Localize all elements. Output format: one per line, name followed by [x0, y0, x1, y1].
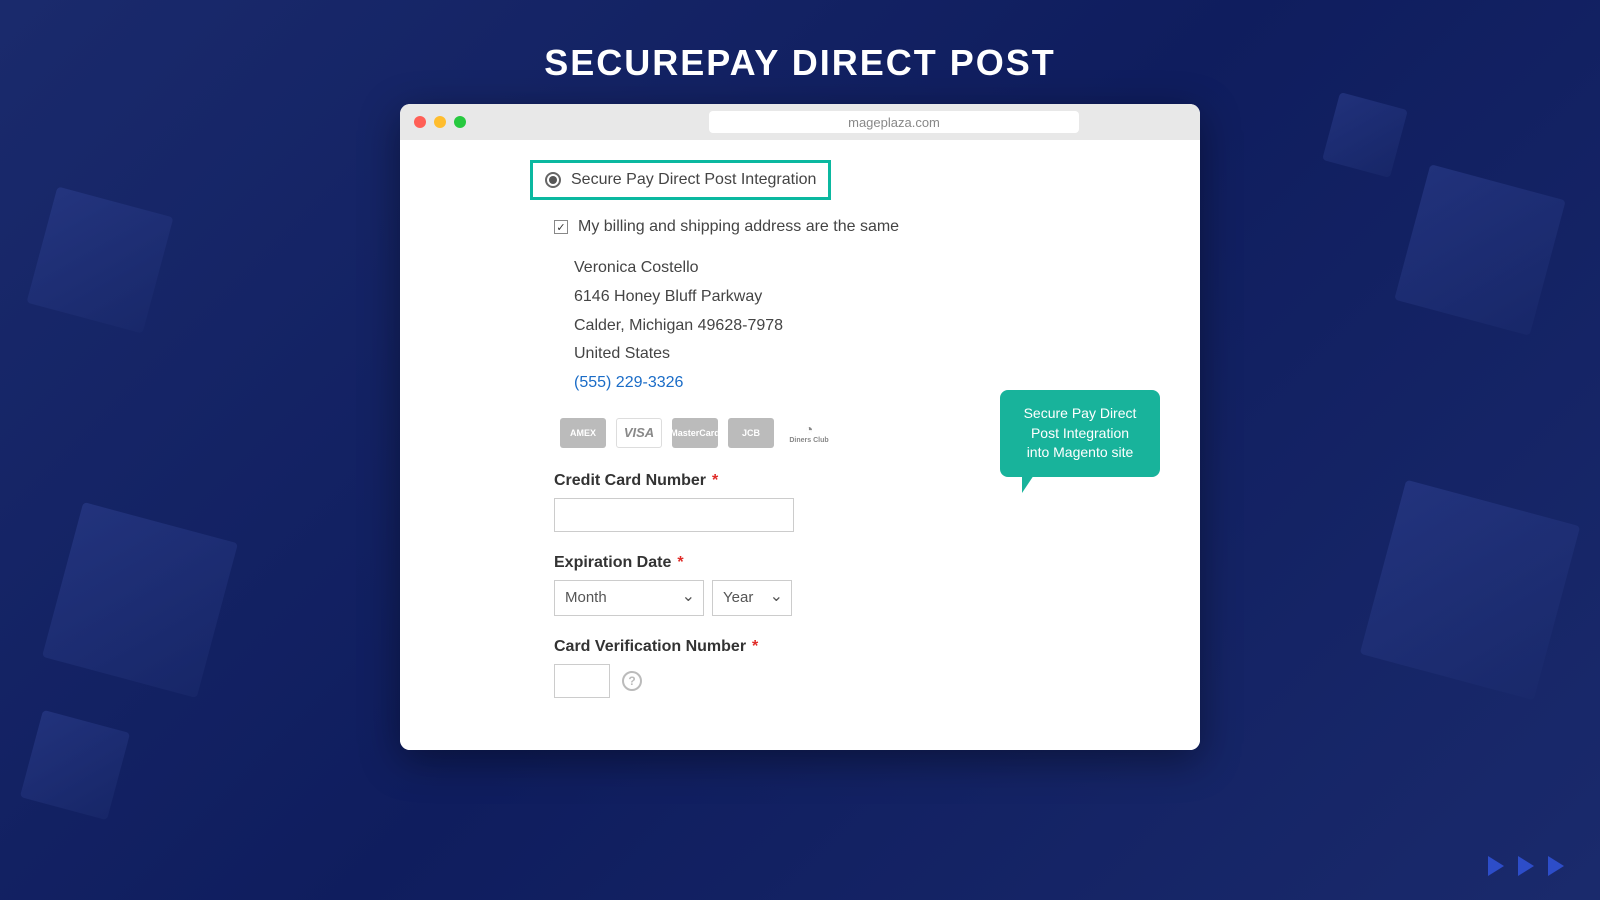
- diners-card-icon: ◔ Diners Club: [784, 418, 834, 448]
- bg-cube: [42, 502, 238, 698]
- window-minimize-dot[interactable]: [434, 116, 446, 128]
- payment-method-option[interactable]: Secure Pay Direct Post Integration: [530, 160, 831, 200]
- triangle-icon: [1488, 856, 1504, 876]
- cc-number-group: Credit Card Number *: [554, 472, 1160, 532]
- payment-method-label: Secure Pay Direct Post Integration: [571, 171, 816, 189]
- billing-address: Veronica Costello 6146 Honey Bluff Parkw…: [574, 254, 1160, 398]
- window-close-dot[interactable]: [414, 116, 426, 128]
- required-asterisk: *: [712, 472, 718, 489]
- bg-cube: [1394, 164, 1565, 335]
- callout-tooltip: Secure Pay Direct Post Integration into …: [1000, 390, 1160, 477]
- cvv-group: Card Verification Number * ?: [554, 638, 1160, 698]
- checkbox-checked-icon: ✓: [554, 220, 568, 234]
- browser-window: mageplaza.com Secure Pay Direct Post Int…: [400, 104, 1200, 750]
- month-placeholder: Month: [565, 589, 607, 606]
- cc-label-text: Credit Card Number: [554, 472, 706, 489]
- triangle-icon: [1518, 856, 1534, 876]
- required-asterisk: *: [677, 554, 683, 571]
- address-street: 6146 Honey Bluff Parkway: [574, 283, 1160, 312]
- callout-text: Secure Pay Direct Post Integration into …: [1024, 405, 1137, 460]
- year-placeholder: Year: [723, 589, 753, 606]
- cvv-label-text: Card Verification Number: [554, 638, 746, 655]
- window-maximize-dot[interactable]: [454, 116, 466, 128]
- expiration-group: Expiration Date * Month Year: [554, 554, 1160, 616]
- cc-number-input[interactable]: [554, 498, 794, 532]
- exp-label-text: Expiration Date: [554, 554, 671, 571]
- required-asterisk: *: [752, 638, 758, 655]
- checkout-content: Secure Pay Direct Post Integration ✓ My …: [400, 140, 1200, 750]
- expiration-month-select[interactable]: Month: [554, 580, 704, 616]
- expiration-label: Expiration Date *: [554, 554, 1160, 572]
- browser-chrome: mageplaza.com: [400, 104, 1200, 140]
- page-title: SECUREPAY DIRECT POST: [0, 0, 1600, 104]
- expiration-year-select[interactable]: Year: [712, 580, 792, 616]
- jcb-card-icon: JCB: [728, 418, 774, 448]
- address-city-state-zip: Calder, Michigan 49628-7978: [574, 312, 1160, 341]
- bg-cube: [27, 187, 174, 334]
- corner-decoration: [1488, 856, 1564, 876]
- address-name: Veronica Costello: [574, 254, 1160, 283]
- address-country: United States: [574, 340, 1160, 369]
- bg-cube: [1360, 480, 1580, 700]
- radio-selected-icon: [545, 172, 561, 188]
- billing-same-checkbox-row[interactable]: ✓ My billing and shipping address are th…: [554, 218, 1160, 236]
- diners-label: Diners Club: [789, 437, 828, 444]
- triangle-icon: [1548, 856, 1564, 876]
- cvv-help-icon[interactable]: ?: [622, 671, 642, 691]
- mastercard-card-icon: MasterCard: [672, 418, 718, 448]
- billing-same-label: My billing and shipping address are the …: [578, 218, 899, 236]
- cvv-label: Card Verification Number *: [554, 638, 1160, 656]
- bg-cube: [1322, 92, 1408, 178]
- visa-card-icon: VISA: [616, 418, 662, 448]
- bg-cube: [20, 710, 130, 820]
- cvv-input[interactable]: [554, 664, 610, 698]
- url-bar[interactable]: mageplaza.com: [709, 111, 1079, 133]
- url-text: mageplaza.com: [848, 115, 940, 130]
- amex-card-icon: AMEX: [560, 418, 606, 448]
